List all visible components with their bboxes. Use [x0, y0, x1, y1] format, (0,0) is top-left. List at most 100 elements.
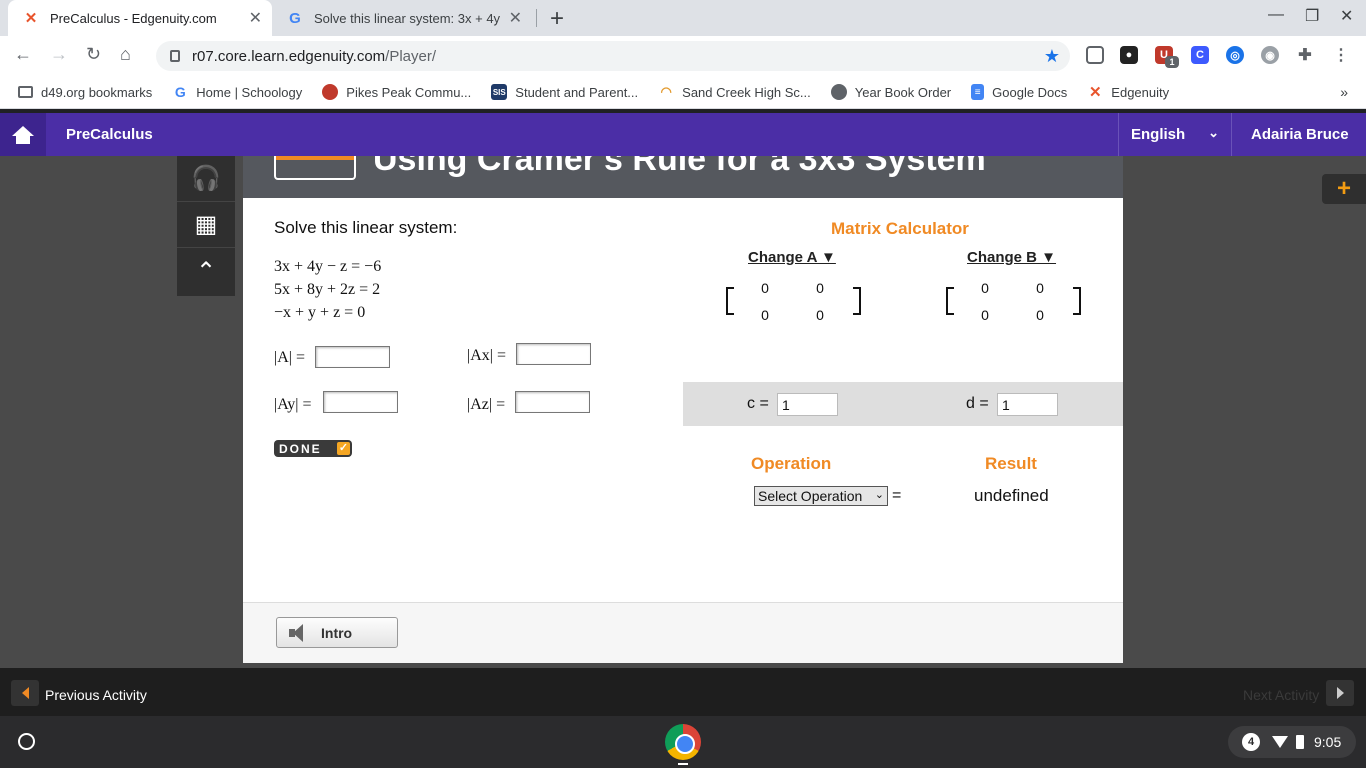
browser-tab-strip: ✕ PreCalculus - Edgenuity.com ✕ G Solve …: [0, 0, 1366, 36]
matrix-b-cell[interactable]: 0: [1030, 280, 1050, 296]
d-input[interactable]: 1: [997, 393, 1058, 416]
bookmark-sand-creek[interactable]: ◠ Sand Creek High Sc...: [658, 84, 811, 100]
previous-activity-label[interactable]: Previous Activity: [45, 687, 147, 703]
bookmarks-more-button[interactable]: »: [1340, 84, 1348, 100]
bookmark-google-docs[interactable]: ≡ Google Docs: [971, 84, 1067, 100]
tab-google-search[interactable]: G Solve this linear system: 3x + 4y ✕: [276, 0, 532, 36]
reload-icon[interactable]: ↻: [86, 44, 101, 65]
bookmark-label: Student and Parent...: [515, 84, 639, 100]
chevron-down-icon: ⌄: [874, 489, 884, 501]
browser-toolbar: ← → ↻ ⌂ r07.core.learn.edgenuity.com/Pla…: [0, 36, 1366, 76]
det-a-label: |A| =: [274, 349, 305, 366]
cast-icon[interactable]: [1086, 46, 1104, 64]
sand-creek-icon: ◠: [660, 84, 672, 99]
det-az-input[interactable]: [515, 391, 590, 413]
forward-icon[interactable]: →: [50, 44, 68, 65]
activity-stage: Solve this linear system: 3x + 4y − z = …: [243, 198, 1123, 602]
arrow-left-icon: [21, 687, 29, 699]
browser-menu-icon[interactable]: ⋮: [1332, 46, 1350, 64]
done-button[interactable]: DONE ✓: [274, 440, 352, 457]
bookmark-label: Home | Schoology: [196, 84, 303, 100]
system-tray[interactable]: 4 9:05: [1228, 726, 1356, 758]
bookmark-d49[interactable]: d49.org bookmarks: [18, 85, 152, 100]
plus-icon[interactable]: +: [1322, 174, 1366, 204]
close-tab-icon[interactable]: ✕: [249, 8, 262, 28]
bookmark-student-parent[interactable]: SIS Student and Parent...: [491, 84, 638, 100]
bookmark-label: Pikes Peak Commu...: [346, 84, 472, 100]
extension-c-icon[interactable]: C: [1191, 46, 1209, 64]
lesson-logo: [274, 156, 356, 180]
det-ax-input[interactable]: [516, 343, 591, 365]
change-b-button[interactable]: Change B ▼: [967, 249, 1056, 266]
chevron-down-icon: ⌄: [1208, 125, 1219, 140]
change-a-button[interactable]: Change A ▼: [748, 249, 836, 266]
bookmark-year-book[interactable]: Year Book Order: [830, 84, 951, 100]
battery-icon: [1296, 735, 1304, 749]
google-icon: G: [174, 84, 186, 100]
matrix-a-cell[interactable]: 0: [810, 280, 830, 296]
google-icon: G: [289, 9, 301, 27]
d-label: d =: [966, 395, 989, 412]
matrix-b-cell[interactable]: 0: [975, 307, 995, 323]
scalar-bar: c = 1 d = 1: [683, 382, 1123, 426]
back-icon[interactable]: ←: [14, 44, 32, 65]
lesson-title: Using Cramer's Rule for a 3x3 System: [373, 156, 986, 178]
home-icon[interactable]: ⌂: [120, 44, 131, 65]
activity-nav-bar: Previous Activity Next Activity: [0, 668, 1366, 716]
user-name[interactable]: Adairia Bruce: [1251, 126, 1349, 143]
course-title[interactable]: PreCalculus: [66, 126, 153, 143]
previous-activity-button[interactable]: [11, 680, 39, 706]
next-activity-button[interactable]: [1326, 680, 1354, 706]
close-tab-icon[interactable]: ✕: [509, 8, 522, 28]
matrix-a-cell[interactable]: 0: [755, 307, 775, 323]
bookmark-star-icon[interactable]: ★: [1044, 46, 1060, 67]
c-input[interactable]: 1: [777, 393, 838, 416]
minimize-icon[interactable]: —: [1268, 6, 1284, 24]
extensions-puzzle-icon[interactable]: ✚: [1296, 46, 1314, 64]
tab-edgenuity[interactable]: ✕ PreCalculus - Edgenuity.com ✕: [8, 0, 272, 36]
wifi-icon: [1272, 736, 1288, 748]
bookmark-label: Sand Creek High Sc...: [682, 84, 811, 100]
bookmark-pikes-peak[interactable]: Pikes Peak Commu...: [322, 84, 471, 100]
house-icon: [12, 125, 34, 144]
speaker-icon: [289, 623, 311, 642]
bookmark-schoology[interactable]: G Home | Schoology: [172, 84, 302, 100]
matrix-b-cell[interactable]: 0: [975, 280, 995, 296]
google-docs-icon: ≡: [971, 84, 985, 100]
det-ay-input[interactable]: [323, 391, 398, 413]
launcher-icon[interactable]: [18, 733, 35, 750]
stage-footer: Intro: [243, 602, 1123, 663]
running-indicator: [678, 763, 688, 765]
headphones-icon[interactable]: 🎧: [177, 156, 235, 202]
matrix-a-right-bracket: [853, 287, 861, 315]
matrix-a-cell[interactable]: 0: [755, 280, 775, 296]
extension-adblock-icon[interactable]: ◉: [1261, 46, 1279, 64]
notification-count: 4: [1242, 733, 1260, 751]
sis-icon: SIS: [491, 84, 508, 100]
matrix-b-cell[interactable]: 0: [1030, 307, 1050, 323]
edgenuity-icon: ✕: [1089, 84, 1102, 101]
home-button[interactable]: [0, 113, 46, 156]
det-ay-label: |Ay| =: [274, 396, 312, 413]
bookmark-label: Google Docs: [992, 84, 1068, 100]
language-select[interactable]: English ⌄: [1118, 113, 1232, 156]
bookmark-label: Edgenuity: [1111, 84, 1170, 100]
intro-button[interactable]: Intro: [276, 617, 398, 648]
bookmarks-bar: d49.org bookmarks G Home | Schoology Pik…: [0, 76, 1366, 109]
extension-circle-icon[interactable]: ◎: [1226, 46, 1244, 64]
calculator-icon[interactable]: ▦: [177, 202, 235, 248]
equals-sign: =: [892, 487, 902, 504]
extension-ninja-icon[interactable]: ●: [1120, 46, 1138, 64]
matrix-b-left-bracket: [946, 287, 954, 315]
bookmark-edgenuity[interactable]: ✕ Edgenuity: [1087, 84, 1170, 101]
restore-icon[interactable]: ❐: [1305, 6, 1319, 26]
operation-select[interactable]: Select Operation ⌄: [754, 486, 888, 506]
chrome-icon[interactable]: [665, 724, 701, 760]
collapse-icon[interactable]: ⌃: [177, 248, 235, 294]
matrix-a-cell[interactable]: 0: [810, 307, 830, 323]
det-a-input[interactable]: [315, 346, 390, 368]
close-window-icon[interactable]: ✕: [1340, 6, 1353, 26]
new-tab-button[interactable]: +: [550, 5, 564, 33]
url-path: /Player/: [385, 47, 437, 65]
address-bar[interactable]: r07.core.learn.edgenuity.com/Player/ ★: [156, 41, 1070, 71]
